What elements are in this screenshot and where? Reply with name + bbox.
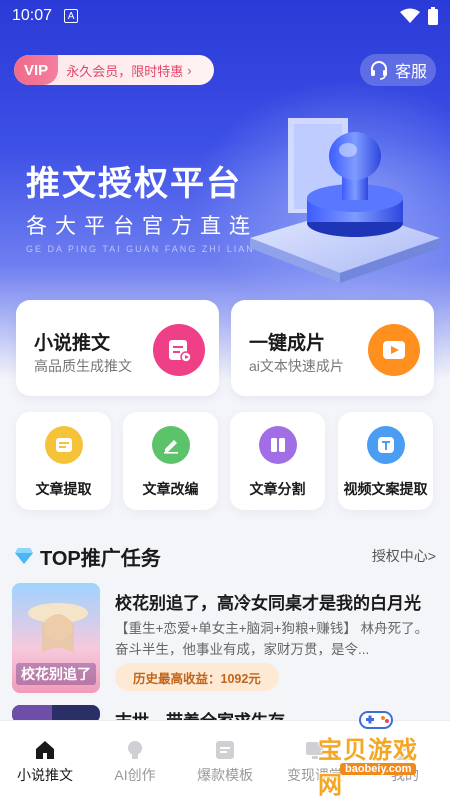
text-t-icon [366, 426, 405, 464]
authorization-center-link[interactable]: 授权中心> [372, 546, 436, 566]
text-lines-icon [44, 426, 83, 464]
feature-card-novel-post[interactable]: 小说推文 高品质生成推文 [16, 300, 219, 396]
tab-hot-templates[interactable]: 爆款模板 [180, 721, 270, 800]
watermark-url: baobeiy.com [340, 763, 417, 775]
site-watermark: 宝贝游戏网 baobeiy.com [310, 708, 440, 799]
task-title: 校花别追了，高冷女同桌才是我的白月光 [115, 594, 421, 613]
status-bar: 10:07 A [0, 0, 450, 32]
status-time: 10:07 [12, 7, 53, 24]
tool-article-adapt[interactable]: 文章改编 [123, 412, 218, 510]
vip-badge: VIP [14, 55, 59, 85]
tab-ai-create[interactable]: AI创作 [90, 721, 180, 800]
book-icon [258, 426, 297, 464]
hero-pinyin: GE DA PING TAI GUAN FANG ZHI LIAN [26, 244, 255, 254]
tool-label: 视频文案提取 [343, 481, 428, 497]
feature-card-desc: 高品质生成推文 [34, 358, 132, 374]
chevron-right-icon: › [187, 62, 192, 78]
tab-novel-post[interactable]: 小说推文 [0, 721, 90, 800]
hero-subtitle: 各大平台官方直连 [26, 215, 258, 238]
cover-title: 校花别追了 [21, 666, 91, 682]
tool-article-extract[interactable]: 文章提取 [16, 412, 111, 510]
customer-service-label: 客服 [394, 64, 427, 81]
template-icon [216, 741, 234, 759]
bulb-icon [128, 741, 142, 759]
hero-title: 推文授权平台 [26, 165, 242, 203]
book-cover-image: 校花别追了 [12, 583, 100, 693]
battery-icon [428, 7, 438, 25]
feature-card-one-click-video[interactable]: 一键成片 ai文本快速成片 [231, 300, 434, 396]
tool-label: 文章改编 [142, 481, 199, 497]
task-description: 【重生+恋爱+单女主+脑洞+狗粮+赚钱】 林舟死了。 奋斗半生，他事业有成，家财… [115, 621, 429, 657]
tab-label: 爆款模板 [197, 767, 253, 783]
stamp-illustration [250, 118, 440, 283]
pencil-icon [151, 426, 190, 464]
home-icon [36, 741, 54, 759]
tab-label: AI创作 [114, 767, 156, 783]
play-icon [368, 324, 420, 376]
earnings-badge: 历史最高收益：1092元 [115, 663, 279, 691]
vip-promo-banner[interactable]: VIP 永久会员，限时特惠 › [14, 55, 214, 85]
feature-card-title: 小说推文 [34, 333, 111, 354]
section-title: TOP推广任务 [40, 547, 161, 570]
notification-icon: A [64, 9, 79, 23]
diamond-icon [15, 548, 33, 564]
tool-video-copy-extract[interactable]: 视频文案提取 [338, 412, 433, 510]
headset-icon [370, 61, 387, 80]
document-icon [153, 324, 205, 376]
customer-service-button[interactable]: 客服 [360, 54, 436, 86]
feature-card-title: 一键成片 [249, 333, 326, 354]
tool-label: 文章分割 [249, 481, 306, 497]
tool-label: 文章提取 [35, 481, 92, 497]
tool-article-split[interactable]: 文章分割 [230, 412, 325, 510]
top-tasks-header: TOP推广任务 授权中心> [14, 543, 436, 570]
vip-promo-text: 永久会员，限时特惠 [66, 63, 184, 79]
feature-card-desc: ai文本快速成片 [249, 358, 344, 374]
tab-label: 小说推文 [17, 767, 73, 783]
task-item[interactable]: 校花别追了 校花别追了，高冷女同桌才是我的白月光 【重生+恋爱+单女主+脑洞+狗… [12, 583, 438, 693]
gamepad-icon [359, 711, 393, 729]
wifi-icon [400, 8, 420, 23]
